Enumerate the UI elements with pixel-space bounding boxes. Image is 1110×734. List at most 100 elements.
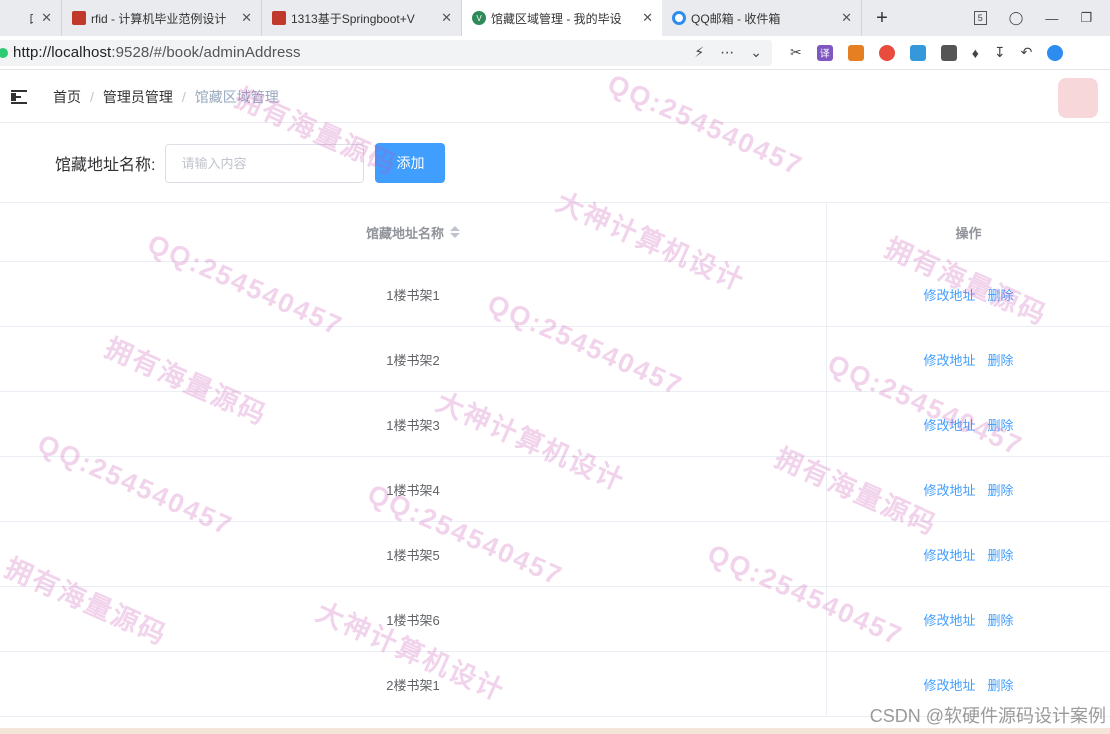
close-icon[interactable]: ✕ <box>642 11 653 24</box>
game-icon[interactable] <box>847 44 864 61</box>
tab-label: rfid - 计算机毕业范例设计 <box>91 11 227 26</box>
shirt-icon[interactable]: ◯ <box>1009 10 1024 26</box>
address-name-cell: 1楼书架6 <box>0 587 827 651</box>
actions-cell: 修改地址 删除 <box>827 457 1110 521</box>
address-table: 馆藏地址名称 操作 1楼书架1 修改地址 删除 1楼书架2 修改地址 删除 1楼… <box>0 202 1110 717</box>
edit-address-link[interactable]: 修改地址 <box>923 415 975 434</box>
address-name-cell: 1楼书架2 <box>0 327 827 391</box>
table-row: 1楼书架4 修改地址 删除 <box>0 457 1110 522</box>
qq-mail-icon <box>672 11 686 25</box>
delete-link[interactable]: 删除 <box>988 545 1014 564</box>
browser-tab-0[interactable]: 口 千 ✕ <box>0 0 62 36</box>
vue-icon: V <box>472 11 486 25</box>
delete-link[interactable]: 删除 <box>988 415 1014 434</box>
address-name-cell: 1楼书架4 <box>0 457 827 521</box>
mail-icon[interactable] <box>909 44 926 61</box>
edit-address-link[interactable]: 修改地址 <box>923 545 975 564</box>
more-icon[interactable]: ⋯ <box>720 44 734 61</box>
column-header-ops: 操作 <box>955 225 982 241</box>
tab-label: 馆藏区域管理 - 我的毕设 <box>491 11 622 26</box>
delete-link[interactable]: 删除 <box>988 610 1014 629</box>
delete-link[interactable]: 删除 <box>988 285 1014 304</box>
actions-cell: 修改地址 删除 <box>827 327 1110 391</box>
delete-link[interactable]: 删除 <box>988 350 1014 369</box>
table-row: 1楼书架2 修改地址 删除 <box>0 327 1110 392</box>
window-controls: 5 ◯ — ❐ <box>973 0 1110 36</box>
browser-tab-active[interactable]: V 馆藏区域管理 - 我的毕设 ✕ <box>462 0 662 36</box>
undo-icon[interactable]: ↶ <box>1021 44 1033 61</box>
actions-cell: 修改地址 删除 <box>827 262 1110 326</box>
close-icon[interactable]: ✕ <box>41 11 52 24</box>
bottom-strip <box>0 728 1110 734</box>
tab-label: QQ邮箱 - 收件箱 <box>691 11 781 26</box>
close-icon[interactable]: ✕ <box>241 11 252 24</box>
lightning-icon[interactable]: ⚡ <box>694 44 704 61</box>
edit-address-link[interactable]: 修改地址 <box>923 480 975 499</box>
breadcrumb: 首页 / 管理员管理 / 馆藏区域管理 <box>53 87 279 107</box>
column-header-name[interactable]: 馆藏地址名称 <box>0 203 827 261</box>
browser-tab-1[interactable]: rfid - 计算机毕业范例设计 ✕ <box>62 0 262 36</box>
url-text[interactable]: http://localhost:9528/#/book/adminAddres… <box>13 44 301 61</box>
tab-count-badge[interactable]: 5 <box>973 11 987 25</box>
site-icon <box>272 11 286 25</box>
filter-bar: 馆藏地址名称: 添加 <box>0 124 1110 202</box>
breadcrumb-separator: / <box>90 88 94 105</box>
address-name-input[interactable] <box>165 143 365 183</box>
address-name-cell: 1楼书架5 <box>0 522 827 586</box>
delete-link[interactable]: 删除 <box>988 480 1014 499</box>
app-header: 首页 / 管理员管理 / 馆藏区域管理 <box>0 71 1110 123</box>
edit-address-link[interactable]: 修改地址 <box>923 675 975 694</box>
translate-icon[interactable]: 译 <box>816 44 833 61</box>
security-icon <box>0 47 8 58</box>
scissors-icon[interactable]: ✂ <box>790 44 802 61</box>
address-name-cell: 1楼书架1 <box>0 262 827 326</box>
url-field[interactable]: http://localhost:9528/#/book/adminAddres… <box>0 39 772 66</box>
actions-cell: 修改地址 删除 <box>827 652 1110 716</box>
menu-toggle-icon[interactable] <box>11 89 29 104</box>
table-row: 1楼书架1 修改地址 删除 <box>0 262 1110 327</box>
breadcrumb-current: 馆藏区域管理 <box>194 88 279 105</box>
browser-tab-strip: 口 千 ✕ rfid - 计算机毕业范例设计 ✕ 1313基于Springboo… <box>0 0 1110 36</box>
tab-label: 1313基于Springboot+V <box>291 11 415 26</box>
close-icon[interactable]: ✕ <box>441 11 452 24</box>
table-header: 馆藏地址名称 操作 <box>0 203 1110 262</box>
browser-tab-2[interactable]: 1313基于Springboot+V ✕ <box>262 0 462 36</box>
delete-link[interactable]: 删除 <box>988 675 1014 694</box>
address-bar: http://localhost:9528/#/book/adminAddres… <box>0 36 1110 70</box>
puzzle-icon[interactable]: ♦ <box>972 45 979 61</box>
extensions-bar: ✂ 译 ♦ ↧ ↶ <box>790 44 1064 61</box>
breadcrumb-separator: / <box>181 88 186 105</box>
url-actions: ⚡ ⋯ ⌄ <box>694 44 772 61</box>
actions-cell: 修改地址 删除 <box>827 587 1110 651</box>
edit-address-link[interactable]: 修改地址 <box>923 610 975 629</box>
table-row: 2楼书架1 修改地址 删除 <box>0 652 1110 717</box>
address-name-label: 馆藏地址名称: <box>55 157 156 174</box>
weibo-icon[interactable] <box>878 44 895 61</box>
restore-icon[interactable]: ❐ <box>1080 10 1092 26</box>
sort-caret-icon[interactable] <box>450 225 460 239</box>
browser-tab-4[interactable]: QQ邮箱 - 收件箱 ✕ <box>662 0 862 36</box>
chevron-down-icon[interactable]: ⌄ <box>750 44 762 61</box>
minimize-icon[interactable]: — <box>1045 11 1058 26</box>
breadcrumb-admin[interactable]: 管理员管理 <box>103 87 173 107</box>
table-row: 1楼书架6 修改地址 删除 <box>0 587 1110 652</box>
actions-cell: 修改地址 删除 <box>827 392 1110 456</box>
table-row: 1楼书架3 修改地址 删除 <box>0 392 1110 457</box>
download-icon[interactable]: ↧ <box>994 44 1006 61</box>
browser-logo-icon[interactable] <box>1047 44 1064 61</box>
close-icon[interactable]: ✕ <box>841 11 852 24</box>
address-name-cell: 1楼书架3 <box>0 392 827 456</box>
site-icon <box>72 11 86 25</box>
breadcrumb-home[interactable]: 首页 <box>53 87 81 107</box>
edit-address-link[interactable]: 修改地址 <box>923 350 975 369</box>
add-button[interactable]: 添加 <box>375 143 446 183</box>
reader-icon[interactable] <box>940 44 957 61</box>
avatar[interactable] <box>1058 78 1098 118</box>
table-row: 1楼书架5 修改地址 删除 <box>0 522 1110 587</box>
page-icon <box>10 11 24 25</box>
edit-address-link[interactable]: 修改地址 <box>923 285 975 304</box>
actions-cell: 修改地址 删除 <box>827 522 1110 586</box>
address-name-cell: 2楼书架1 <box>0 652 827 716</box>
new-tab-button[interactable]: + <box>862 0 902 36</box>
tab-label: 口 千 <box>29 10 33 27</box>
